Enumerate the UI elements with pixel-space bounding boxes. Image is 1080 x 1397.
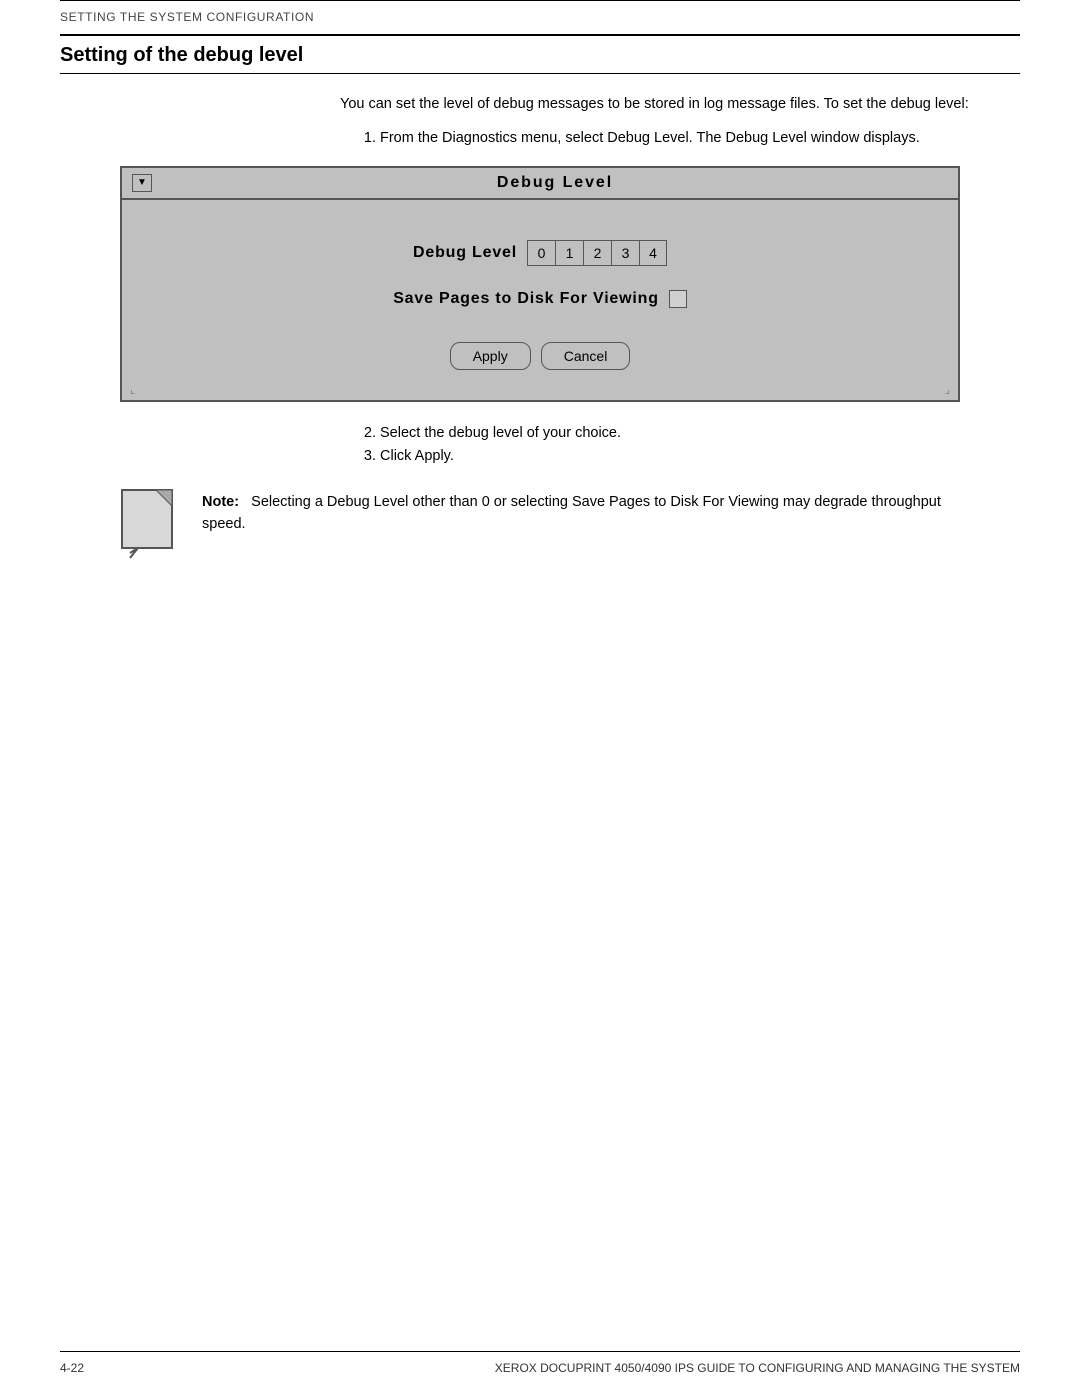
note-icon	[120, 488, 182, 550]
footer-rule	[60, 1351, 1020, 1352]
level-0-button[interactable]: 0	[527, 240, 555, 266]
step-3: Click Apply.	[380, 445, 1020, 468]
save-pages-row: Save Pages to Disk For Viewing	[393, 290, 687, 308]
note-text: Note: Selecting a Debug Level other than…	[202, 488, 960, 536]
footer: 4-22 XEROX DOCUPRINT 4050/4090 IPS GUIDE…	[60, 1361, 1020, 1375]
footer-center: XEROX DOCUPRINT 4050/4090 IPS GUIDE TO C…	[495, 1361, 1020, 1375]
cancel-button[interactable]: Cancel	[541, 342, 631, 370]
dialog-buttons: Apply Cancel	[450, 342, 631, 370]
note-content: Selecting a Debug Level other than 0 or …	[202, 494, 941, 532]
step-1: From the Diagnostics menu, select Debug …	[380, 128, 1020, 150]
intro-text: You can set the level of debug messages …	[340, 94, 1020, 116]
debug-level-row: Debug Level 0 1 2 3 4	[413, 240, 667, 266]
save-pages-checkbox[interactable]	[669, 290, 687, 308]
step-2: Select the debug level of your choice.	[380, 422, 1020, 445]
level-1-button[interactable]: 1	[555, 240, 583, 266]
debug-level-row-label: Debug Level	[413, 244, 517, 262]
apply-button[interactable]: Apply	[450, 342, 531, 370]
note-label: Note:	[202, 494, 239, 510]
dialog-title: Debug Level	[162, 174, 948, 192]
footer-page: 4-22	[60, 1361, 84, 1375]
resize-handle-left: ⌞	[130, 383, 135, 396]
dialog-menu-button[interactable]: ▼	[132, 174, 152, 192]
level-3-button[interactable]: 3	[611, 240, 639, 266]
save-pages-label: Save Pages to Disk For Viewing	[393, 290, 659, 308]
header-section-label: SETTING THE SYSTEM CONFIGURATION	[60, 10, 314, 24]
dialog-titlebar: ▼ Debug Level	[122, 168, 958, 200]
section-title: Setting of the debug level	[60, 44, 1020, 67]
note-area: Note: Selecting a Debug Level other than…	[120, 488, 960, 550]
level-2-button[interactable]: 2	[583, 240, 611, 266]
resize-handle-right: ⌟	[945, 383, 950, 396]
debug-level-dialog: ▼ Debug Level Debug Level 0 1 2 3 4 S	[120, 166, 960, 402]
level-4-button[interactable]: 4	[639, 240, 667, 266]
